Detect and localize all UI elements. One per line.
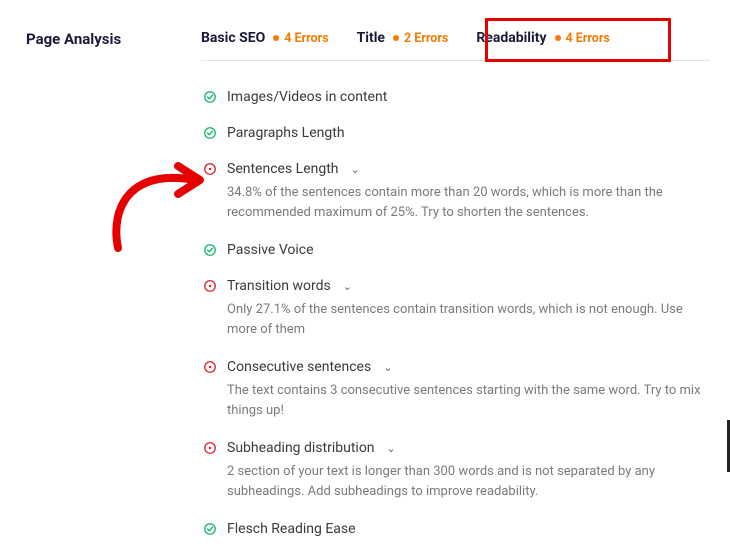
chevron-down-icon: ⌄ [387,442,396,455]
dot-icon [393,35,399,41]
error-badge: 2 Errors [393,31,448,46]
dot-icon [555,35,561,41]
item-head[interactable]: Consecutive sentences ⌄ [203,359,710,375]
item-head[interactable]: Images/Videos in content [203,89,710,105]
warn-icon [203,279,217,293]
chevron-down-icon: ⌄ [383,361,392,374]
item-title: Flesch Reading Ease [227,521,356,537]
item-flesch-reading-ease: Flesch Reading Ease [201,513,710,545]
check-icon [203,126,217,140]
item-title: Consecutive sentences [227,359,371,375]
item-title: Images/Videos in content [227,89,387,105]
item-head[interactable]: Transition words ⌄ [203,278,710,294]
item-head[interactable]: Sentences Length ⌄ [203,161,710,177]
check-icon [203,522,217,536]
warn-icon [203,360,217,374]
check-icon [203,243,217,257]
item-head[interactable]: Paragraphs Length [203,125,710,141]
warn-icon [203,162,217,176]
section-title: Page Analysis [26,30,201,48]
tabs: Basic SEO 4 Errors Title 2 Errors Readab… [201,30,710,61]
tab-label: Readability [476,30,546,46]
item-description: 34.8% of the sentences contain more than… [203,177,710,222]
tab-label: Basic SEO [201,30,265,46]
item-title: Passive Voice [227,242,314,258]
check-icon [203,90,217,104]
tab-label: Title [357,30,385,46]
error-count: 4 Errors [284,31,328,46]
error-count: 2 Errors [404,31,448,46]
item-transition-words: Transition words ⌄ Only 27.1% of the sen… [201,270,710,347]
item-description: 2 section of your text is longer than 30… [203,456,710,501]
dot-icon [273,35,279,41]
item-paragraphs-length: Paragraphs Length [201,117,710,149]
item-title: Paragraphs Length [227,125,345,141]
error-badge: 4 Errors [273,31,328,46]
item-head[interactable]: Passive Voice [203,242,710,258]
analysis-items: Images/Videos in content Paragraphs Leng… [201,61,710,545]
item-title: Subheading distribution [227,440,375,456]
item-head[interactable]: Subheading distribution ⌄ [203,440,710,456]
item-subheading-distribution: Subheading distribution ⌄ 2 section of y… [201,432,710,509]
item-head[interactable]: Flesch Reading Ease [203,521,710,537]
item-title: Sentences Length [227,161,339,177]
tab-basic-seo[interactable]: Basic SEO 4 Errors [201,30,329,46]
warn-icon [203,441,217,455]
chevron-down-icon: ⌄ [351,163,360,176]
chevron-down-icon: ⌄ [343,280,352,293]
item-consecutive-sentences: Consecutive sentences ⌄ The text contain… [201,351,710,428]
tab-readability[interactable]: Readability 4 Errors [476,30,610,46]
item-sentences-length: Sentences Length ⌄ 34.8% of the sentence… [201,153,710,230]
tab-title[interactable]: Title 2 Errors [357,30,449,46]
error-badge: 4 Errors [555,31,610,46]
item-passive-voice: Passive Voice [201,234,710,266]
item-description: Only 27.1% of the sentences contain tran… [203,294,710,339]
item-images-videos: Images/Videos in content [201,81,710,113]
error-count: 4 Errors [566,31,610,46]
item-title: Transition words [227,278,331,294]
item-description: The text contains 3 consecutive sentence… [203,375,710,420]
